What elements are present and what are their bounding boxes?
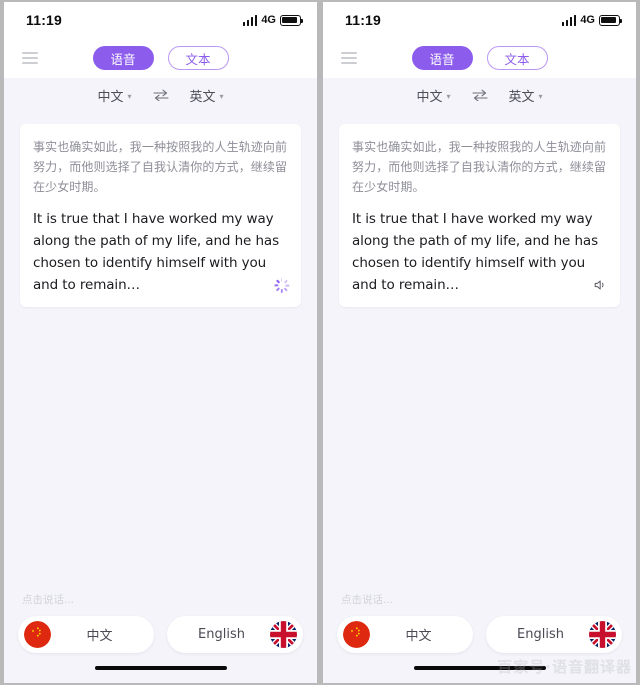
footer-right: 点击说话... 中文 English [323,592,636,683]
loading-spinner-icon [273,278,289,293]
speak-english-button[interactable]: English [486,616,622,653]
uk-flag-icon [270,621,297,648]
hamburger-menu-icon[interactable] [341,51,357,65]
home-indicator-wrap-left [18,653,303,683]
speak-english-label: English [198,627,245,642]
language-bar-left: 中文 ▾ 英文 ▾ [4,78,317,112]
speak-hint-text: 点击说话... [22,594,75,606]
network-type-label: 4G [580,14,595,26]
phone-screen-right: 11:19 4G 语音 文本 中文 ▾ 英文 ▾ 事实也确实如此，我一种按照我的… [323,2,636,683]
source-language-selector[interactable]: 中文 ▾ [97,86,131,105]
battery-full-icon [599,14,622,26]
home-indicator-bar[interactable] [413,666,546,670]
translated-text-wrapper: It is true that I have worked my way alo… [352,208,607,296]
source-text: 事实也确实如此，我一种按照我的人生轨迹向前努力，而他则选择了自我认清你的方式，继… [352,140,607,194]
status-indicators: 4G [561,14,622,26]
card-trailing-slot [593,278,609,294]
translated-text-wrapper: It is true that I have worked my way alo… [33,208,290,296]
mode-tabs-right: 语音 文本 [323,38,636,78]
status-time: 11:19 [345,12,382,28]
chevron-down-icon: ▾ [219,91,224,101]
source-text: 事实也确实如此，我一种按照我的人生轨迹向前努力，而他则选择了自我认清你的方式，继… [33,140,288,194]
signal-bars-icon [561,14,577,26]
translation-card-left[interactable]: 事实也确实如此，我一种按照我的人生轨迹向前努力，而他则选择了自我认清你的方式，继… [20,124,301,307]
speak-chinese-button[interactable]: 中文 [18,616,154,653]
tab-voice[interactable]: 语音 [92,46,154,70]
source-language-label: 中文 [416,89,443,105]
language-bar-right: 中文 ▾ 英文 ▾ [323,78,636,112]
swap-arrows-icon[interactable] [152,89,169,101]
footer-left: 点击说话... 中文 English [4,592,317,683]
status-time: 11:19 [26,12,63,28]
top-nav-left: 语音 文本 [4,38,317,78]
speak-english-button[interactable]: English [167,616,303,653]
speak-chinese-label: 中文 [86,629,113,644]
china-flag-icon [24,621,51,648]
translated-text: It is true that I have worked my way alo… [33,211,280,293]
chevron-down-icon: ▾ [446,91,451,101]
source-language-label: 中文 [97,89,124,105]
china-flag-icon [343,621,370,648]
mode-tabs-left: 语音 文本 [4,38,317,78]
main-content-left: 事实也确实如此，我一种按照我的人生轨迹向前努力，而他则选择了自我认清你的方式，继… [4,112,317,592]
speak-chinese-label: 中文 [405,629,432,644]
chevron-down-icon: ▾ [538,91,543,101]
home-indicator-bar[interactable] [94,666,227,670]
main-content-right: 事实也确实如此，我一种按照我的人生轨迹向前努力，而他则选择了自我认清你的方式，继… [323,112,636,592]
chevron-down-icon: ▾ [127,91,132,101]
tab-text[interactable]: 文本 [486,46,548,70]
target-language-selector[interactable]: 英文 ▾ [509,86,543,105]
translation-card-right[interactable]: 事实也确实如此，我一种按照我的人生轨迹向前努力，而他则选择了自我认清你的方式，继… [339,124,620,307]
speak-hint-text: 点击说话... [341,594,394,606]
home-indicator-wrap-right [337,653,622,683]
status-indicators: 4G [242,14,303,26]
speak-chinese-button[interactable]: 中文 [337,616,473,653]
comparison-stage: 11:19 4G 语音 文本 中文 ▾ 英文 ▾ 事实也确实如此，我一种按照我的… [0,0,640,685]
hamburger-menu-icon[interactable] [22,51,38,65]
uk-flag-icon [589,621,616,648]
language-buttons-left: 中文 English [18,616,303,653]
card-trailing-slot [273,278,290,294]
source-language-selector[interactable]: 中文 ▾ [416,86,450,105]
language-buttons-right: 中文 English [337,616,622,653]
phone-screen-left: 11:19 4G 语音 文本 中文 ▾ 英文 ▾ 事实也确实如此，我一种按照我的… [4,2,317,683]
target-language-selector[interactable]: 英文 ▾ [190,86,224,105]
speaker-icon[interactable] [593,278,607,292]
speak-english-label: English [517,627,564,642]
tab-voice[interactable]: 语音 [411,46,473,70]
tab-text[interactable]: 文本 [167,46,229,70]
signal-bars-icon [242,14,258,26]
network-type-label: 4G [261,14,276,26]
swap-arrows-icon[interactable] [471,89,488,101]
target-language-label: 英文 [508,89,535,105]
target-language-label: 英文 [189,89,216,105]
translated-text: It is true that I have worked my way alo… [352,211,599,293]
battery-full-icon [280,14,303,26]
status-bar-right: 11:19 4G [323,2,636,38]
top-nav-right: 语音 文本 [323,38,636,78]
status-bar-left: 11:19 4G [4,2,317,38]
